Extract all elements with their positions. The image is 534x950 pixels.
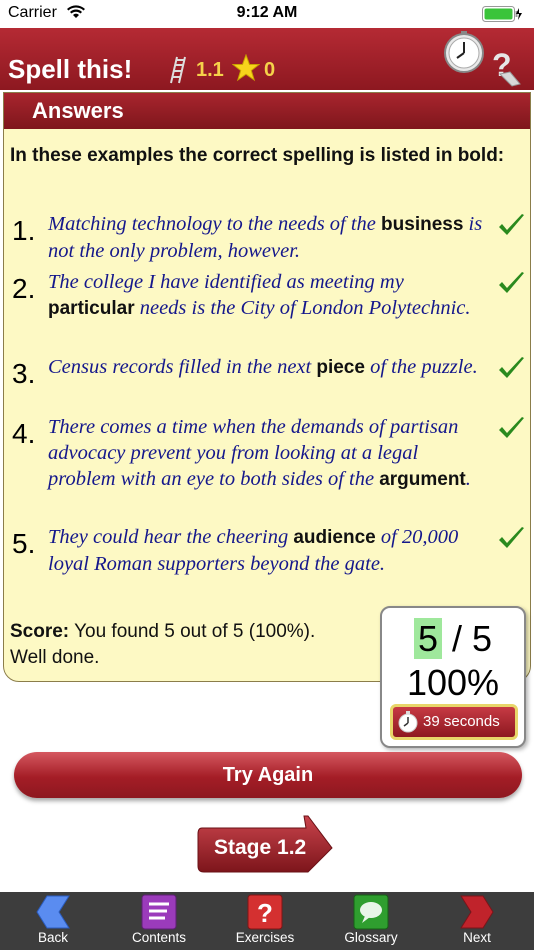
correct-word: piece	[316, 357, 365, 378]
battery-icon	[482, 6, 522, 22]
tab-next[interactable]: Next	[424, 892, 530, 950]
score-summary: Score: You found 5 out of 5 (100%). Well…	[10, 619, 380, 671]
correct-word: audience	[293, 527, 376, 548]
svg-text:?: ?	[257, 898, 273, 928]
help-icon[interactable]: ?	[486, 44, 524, 88]
item-sentence: Census records filled in the next piece …	[48, 356, 478, 378]
score-label: Score:	[10, 621, 70, 642]
score-fraction: 5 / 5	[382, 618, 524, 660]
correct-count: 5	[413, 618, 442, 659]
item-sentence: There comes a time when the demands of p…	[48, 416, 471, 490]
exercises-icon: ?	[247, 894, 283, 930]
score-comment: Well done.	[10, 647, 100, 668]
checkmark-icon	[499, 357, 524, 378]
item-sentence: The college I have identified as meeting…	[48, 271, 471, 319]
item-number: 4.	[12, 418, 36, 449]
ladder-icon	[170, 56, 186, 84]
correct-word: argument	[379, 469, 466, 490]
glossary-icon	[353, 894, 389, 930]
answers-panel: Answers In these examples the correct sp…	[3, 92, 531, 682]
try-again-button[interactable]: Try Again	[14, 752, 522, 798]
level-value: 1.1	[196, 59, 224, 81]
status-bar: Carrier 9:12 AM	[0, 0, 534, 28]
next-stage-button[interactable]: Stage 1.2	[196, 812, 336, 882]
item-number: 1.	[12, 215, 36, 246]
checkmark-icon	[499, 272, 524, 293]
app-header: Spell this! 1.1 0 ?	[0, 28, 534, 90]
tab-exercises[interactable]: ? Exercises	[212, 892, 318, 950]
clock-icon[interactable]	[442, 30, 486, 74]
stopwatch-icon	[398, 711, 418, 733]
item-sentence: Matching technology to the needs of the …	[48, 213, 483, 262]
total-count: 5	[472, 618, 493, 659]
checkmark-icon	[499, 527, 524, 548]
tab-label: Exercises	[235, 930, 295, 945]
score-box: 5 / 5 100% 39 seconds	[380, 606, 526, 748]
bottom-toolbar: Back Contents ? Exercises Glossary Next	[0, 892, 534, 950]
clock-time: 9:12 AM	[236, 4, 298, 21]
tab-label: Back	[37, 930, 68, 945]
tab-label: Next	[463, 930, 491, 945]
tab-contents[interactable]: Contents	[106, 892, 212, 950]
stars-count: 0	[264, 59, 276, 81]
tab-glossary[interactable]: Glossary	[318, 892, 424, 950]
time-taken: 39 seconds	[423, 713, 500, 730]
item-number: 3.	[12, 358, 36, 389]
next-arrow-icon	[460, 895, 494, 929]
stage-label: Stage 1.2	[214, 836, 307, 859]
correct-word: business	[381, 214, 464, 235]
answers-heading: Answers	[4, 93, 530, 129]
page-title: Spell this!	[8, 54, 133, 84]
tab-label: Glossary	[344, 930, 398, 945]
time-taken-badge: 39 seconds	[390, 704, 518, 740]
score-text: You found 5 out of 5 (100%).	[69, 621, 316, 642]
checkmark-icon	[499, 214, 524, 235]
score-percent: 100%	[406, 662, 500, 703]
checkmark-icon	[499, 417, 524, 438]
correct-word: particular	[48, 298, 135, 319]
tab-label: Contents	[131, 930, 187, 945]
answers-intro: In these examples the correct spelling i…	[10, 145, 505, 166]
star-icon	[232, 54, 260, 82]
back-arrow-icon	[36, 895, 70, 929]
tab-back[interactable]: Back	[0, 892, 106, 950]
item-sentence: They could hear the cheering audience of…	[48, 526, 459, 575]
item-number: 5.	[12, 528, 36, 559]
contents-icon	[141, 894, 177, 930]
item-number: 2.	[12, 273, 36, 304]
